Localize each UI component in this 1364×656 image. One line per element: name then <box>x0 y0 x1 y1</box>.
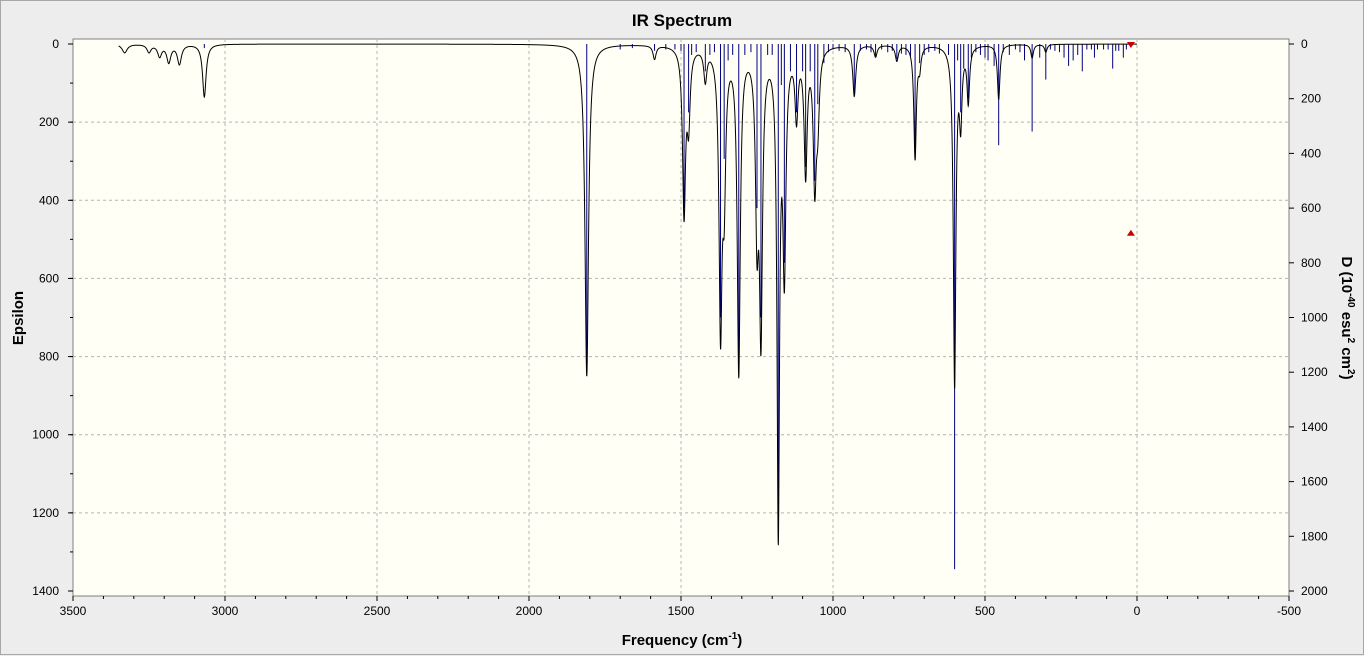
chart-window: IR Spectrum 3500 3000 2500 2000 1500 1000 500 0… <box>0 0 1364 655</box>
y-right-axis: 0 200 400 600 800 1000 1200 1400 1600 1800 2000 <box>1289 37 1328 598</box>
x-tick-label: 0 <box>1134 604 1141 618</box>
y-right-axis-label-part: esu <box>1338 308 1355 338</box>
y-right-tick-label: 1600 <box>1301 475 1328 489</box>
x-tick-label: 3000 <box>212 604 239 618</box>
y-right-tick-label: 1800 <box>1301 529 1328 543</box>
y-left-tick-label: 1400 <box>32 584 59 598</box>
x-tick-label: 1000 <box>820 604 847 618</box>
y-right-axis-label-part: cm <box>1338 343 1355 369</box>
ir-spectrum-chart: IR Spectrum 3500 3000 2500 2000 1500 1000 500 0… <box>10 11 1356 649</box>
y-right-tick-label: 1000 <box>1301 311 1328 325</box>
x-axis-label-text: Frequency (cm <box>622 632 729 649</box>
x-tick-label: 500 <box>975 604 995 618</box>
y-right-tick-label: 1400 <box>1301 420 1328 434</box>
y-left-tick-label: 600 <box>39 271 59 285</box>
y-right-tick-label: 800 <box>1301 256 1321 270</box>
y-left-axis-label: Epsilon <box>10 291 27 345</box>
y-right-axis-label-part: -40 <box>1345 293 1356 308</box>
y-left-tick-label: 200 <box>39 115 59 129</box>
y-left-tick-label: 1200 <box>32 506 59 520</box>
y-right-tick-label: 200 <box>1301 92 1321 106</box>
y-right-axis-label-part: ) <box>1338 375 1355 380</box>
y-left-axis: 0 200 400 600 800 1000 1200 1400 <box>32 37 73 598</box>
x-tick-label: -500 <box>1277 604 1301 618</box>
y-left-tick-label: 0 <box>52 37 59 51</box>
chart-title: IR Spectrum <box>632 11 732 30</box>
y-right-tick-label: 400 <box>1301 146 1321 160</box>
x-tick-label: 2000 <box>516 604 543 618</box>
y-left-tick-label: 800 <box>39 350 59 364</box>
y-right-tick-label: 0 <box>1301 37 1308 51</box>
y-left-tick-label: 400 <box>39 193 59 207</box>
x-tick-label: 3500 <box>60 604 87 618</box>
y-right-tick-label: 600 <box>1301 201 1321 215</box>
y-right-axis-label-part: D (10 <box>1338 256 1355 293</box>
y-right-tick-label: 2000 <box>1301 584 1328 598</box>
x-axis-label-close: ) <box>737 632 742 649</box>
y-right-tick-label: 1200 <box>1301 365 1328 379</box>
y-left-tick-label: 1000 <box>32 428 59 442</box>
x-axis-label: Frequency (cm-1) <box>622 631 743 649</box>
y-right-axis-label: D (10-40 esu2 cm2) <box>1338 256 1356 379</box>
x-axis: 3500 3000 2500 2000 1500 1000 500 0 -500 <box>60 596 1301 618</box>
x-tick-label: 2500 <box>364 604 391 618</box>
x-tick-label: 1500 <box>668 604 695 618</box>
